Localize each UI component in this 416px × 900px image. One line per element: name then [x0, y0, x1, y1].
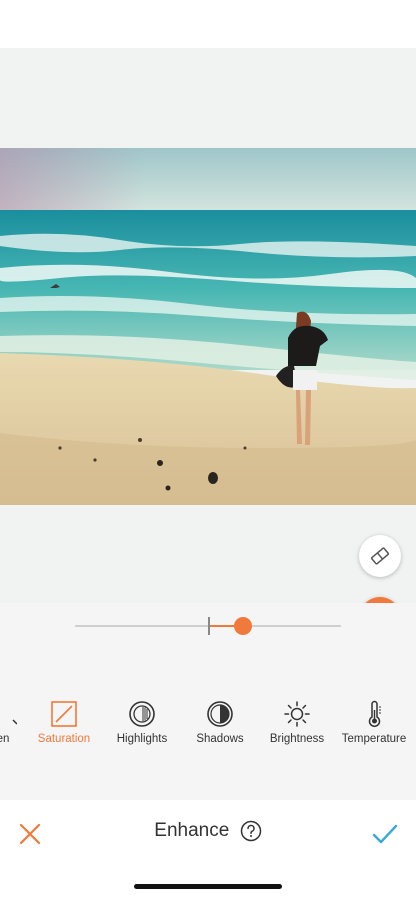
tool-label: Brightness	[269, 733, 325, 745]
tool-brightness[interactable]: Brightness	[258, 700, 336, 750]
tool-strip: en Saturation Highlights	[0, 700, 416, 750]
sun-icon	[284, 701, 310, 727]
toolbar-title-group: Enhance	[0, 820, 416, 842]
tool-highlights[interactable]: Highlights	[103, 700, 181, 750]
home-indicator	[134, 884, 282, 889]
tool-saturation[interactable]: Saturation	[25, 700, 103, 750]
tool-shadows[interactable]: Shadows	[181, 700, 259, 750]
eraser-button[interactable]	[359, 535, 401, 577]
question-circle-icon[interactable]	[240, 820, 262, 842]
photo-canvas	[0, 48, 416, 603]
slider-center-mark	[208, 617, 210, 635]
tool-label: Temperature	[341, 733, 407, 745]
beach-photo	[0, 148, 416, 505]
tool-temperature[interactable]: Temperature	[335, 700, 413, 750]
partial-tool-icon	[12, 719, 17, 725]
adjustment-panel: en Saturation Highlights	[0, 603, 416, 800]
slider-thumb[interactable]	[233, 617, 252, 635]
confirm-button[interactable]	[369, 818, 401, 850]
eraser-icon	[370, 547, 390, 565]
intensity-slider[interactable]	[75, 616, 341, 636]
page-title: Enhance	[154, 820, 230, 841]
thermometer-icon	[368, 700, 381, 728]
tool-label: Saturation	[37, 733, 91, 745]
status-bar	[0, 0, 416, 48]
shadows-icon	[207, 701, 233, 727]
highlights-icon	[129, 701, 155, 727]
checkmark-icon	[372, 824, 398, 844]
saturation-icon	[51, 701, 77, 727]
tool-label: Highlights	[116, 733, 168, 745]
bottom-toolbar: Enhance	[0, 800, 416, 900]
tool-label: Shadows	[196, 733, 244, 745]
